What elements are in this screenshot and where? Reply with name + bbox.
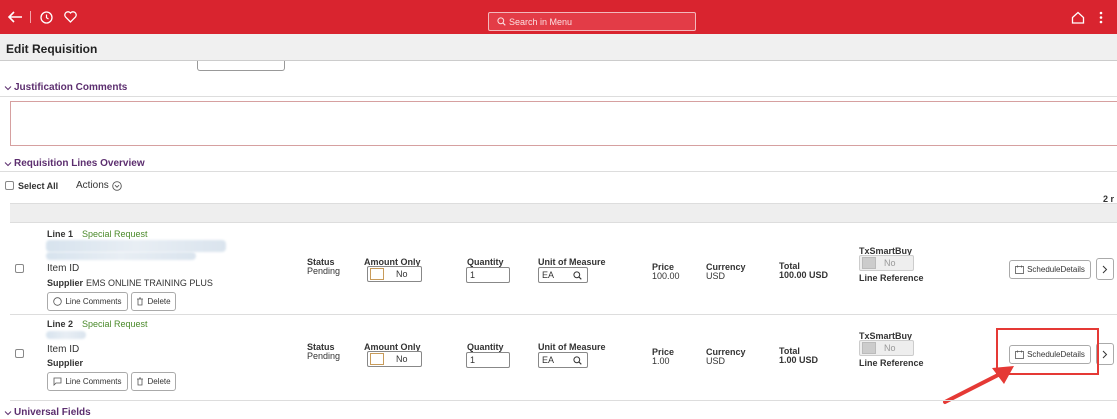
back-arrow-icon[interactable] xyxy=(4,0,26,34)
chevron-right-icon xyxy=(1102,350,1108,358)
lookup-search-icon[interactable] xyxy=(573,271,582,280)
item-id-label: Item ID xyxy=(47,344,80,355)
unit-of-measure-input[interactable]: EA xyxy=(538,352,588,368)
total-value: 100.00 USD xyxy=(779,270,829,280)
trash-icon xyxy=(137,297,144,306)
line-type: Special Request xyxy=(82,229,148,239)
uom-value: EA xyxy=(542,270,555,280)
delete-button[interactable]: Delete xyxy=(131,292,176,311)
section-title: Universal Fields xyxy=(14,407,91,418)
grid-header xyxy=(10,203,1117,223)
line-comments-label: Line Comments xyxy=(65,377,122,386)
trash-icon xyxy=(137,377,144,386)
line-reference-label: Line Reference xyxy=(859,358,924,368)
actions-label: Actions xyxy=(76,180,109,191)
quantity-input[interactable]: 1 xyxy=(466,352,510,368)
home-icon[interactable] xyxy=(1068,0,1088,34)
line-detail-chevron-button[interactable] xyxy=(1096,258,1114,280)
redacted-description xyxy=(46,252,196,260)
amount-only-toggle[interactable]: No xyxy=(367,351,422,367)
currency-value: USD xyxy=(706,356,726,366)
row-divider xyxy=(10,314,1117,315)
chevron-down-icon xyxy=(4,161,12,166)
search-placeholder: Search in Menu xyxy=(509,16,573,27)
status-value: Pending xyxy=(307,351,341,361)
quantity-label: Quantity xyxy=(467,342,504,352)
select-all-label: Select All xyxy=(18,181,59,191)
section-universal-fields[interactable]: Universal Fields xyxy=(4,407,91,418)
line-type: Special Request xyxy=(82,319,148,329)
toggle-knob xyxy=(862,342,876,354)
status-value: Pending xyxy=(307,266,341,276)
chevron-down-icon xyxy=(4,410,12,415)
unit-of-measure-label: Unit of Measure xyxy=(538,342,606,352)
toggle-knob xyxy=(862,257,876,269)
favorite-heart-icon[interactable] xyxy=(60,0,80,34)
select-all-checkbox[interactable] xyxy=(5,181,14,190)
search-icon xyxy=(497,17,506,26)
toggle-value: No xyxy=(396,269,408,279)
section-requisition-lines-overview[interactable]: Requisition Lines Overview xyxy=(4,158,145,169)
history-icon[interactable] xyxy=(36,0,56,34)
quantity-input[interactable]: 1 xyxy=(466,267,510,283)
chevron-down-icon xyxy=(4,85,12,90)
delete-button[interactable]: Delete xyxy=(131,372,176,391)
header-divider xyxy=(30,11,31,23)
redacted-description xyxy=(46,240,226,252)
search-input[interactable]: Search in Menu xyxy=(488,12,696,31)
supplier-label: Supplier xyxy=(47,278,84,288)
unit-of-measure-input[interactable]: EA xyxy=(538,267,588,283)
chevron-right-icon xyxy=(1102,265,1108,273)
divider xyxy=(0,96,1117,97)
lookup-search-icon[interactable] xyxy=(573,356,582,365)
comment-icon xyxy=(54,377,62,386)
uom-value: EA xyxy=(542,355,555,365)
toggle-knob xyxy=(370,268,384,280)
quantity-label: Quantity xyxy=(467,257,504,267)
justification-comments-textarea[interactable] xyxy=(10,101,1117,146)
toggle-knob xyxy=(370,353,384,365)
toggle-value: No xyxy=(884,258,896,268)
line-reference-label: Line Reference xyxy=(859,273,924,283)
more-vertical-icon[interactable] xyxy=(1094,0,1108,34)
line-select-checkbox[interactable] xyxy=(15,349,24,358)
chevron-circle-down-icon xyxy=(112,180,122,191)
delete-label: Delete xyxy=(147,297,171,306)
txsmartbuy-toggle: No xyxy=(859,255,914,271)
schedule-details-button[interactable]: ScheduleDetails xyxy=(1009,260,1091,279)
price-value: 1.00 xyxy=(652,356,670,366)
toggle-value: No xyxy=(884,343,896,353)
line-comments-label: Line Comments xyxy=(65,297,122,306)
line-number: Line 1 xyxy=(47,229,74,239)
page-title: Edit Requisition xyxy=(6,42,98,56)
price-value: 100.00 xyxy=(652,271,680,281)
section-justification-comments[interactable]: Justification Comments xyxy=(4,82,127,93)
title-bar: Edit Requisition xyxy=(0,34,1117,61)
row-divider xyxy=(10,400,1117,401)
actions-menu[interactable]: Actions xyxy=(76,180,122,191)
schedule-details-label: ScheduleDetails xyxy=(1027,265,1085,274)
line-select-checkbox[interactable] xyxy=(15,264,24,273)
app-header: Search in Menu xyxy=(0,0,1117,34)
section-title: Justification Comments xyxy=(14,82,128,93)
delete-label: Delete xyxy=(147,377,171,386)
redacted-description xyxy=(46,331,86,339)
line-comments-button[interactable]: Line Comments xyxy=(47,372,128,391)
schedule-icon xyxy=(1015,265,1024,274)
currency-value: USD xyxy=(706,271,726,281)
divider xyxy=(0,171,1117,172)
comment-icon xyxy=(53,297,63,306)
partial-field[interactable] xyxy=(197,61,285,71)
item-id-label: Item ID xyxy=(47,263,80,274)
line-number: Line 2 xyxy=(47,319,74,329)
amount-only-toggle[interactable]: No xyxy=(367,266,422,282)
toggle-value: No xyxy=(396,354,408,364)
unit-of-measure-label: Unit of Measure xyxy=(538,257,606,267)
section-title: Requisition Lines Overview xyxy=(14,158,145,169)
total-value: 1.00 USD xyxy=(779,355,819,365)
supplier-label: Supplier xyxy=(47,358,84,368)
line-comments-button[interactable]: Line Comments xyxy=(47,292,128,311)
supplier-name: EMS ONLINE TRAINING PLUS xyxy=(86,278,213,288)
txsmartbuy-toggle: No xyxy=(859,340,914,356)
